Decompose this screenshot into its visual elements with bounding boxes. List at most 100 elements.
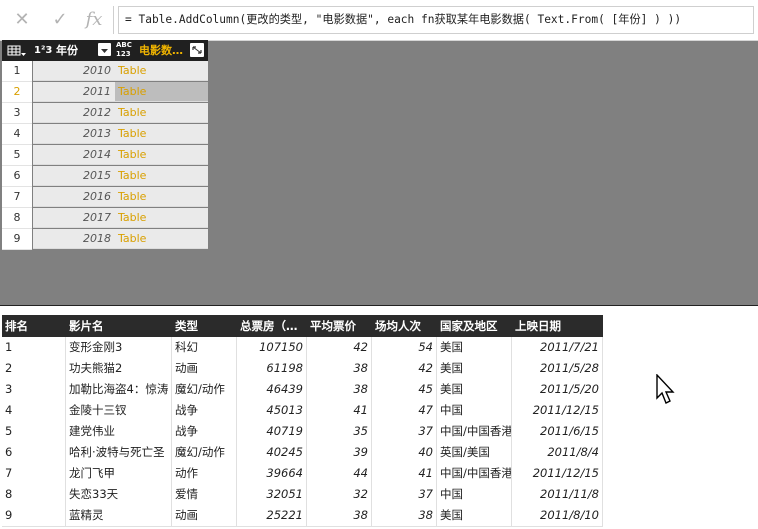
preview-cell: 爱情 (172, 484, 237, 505)
preview-cell: 39664 (237, 463, 307, 484)
preview-cell: 2 (2, 358, 66, 379)
year-cell[interactable]: 2015 (33, 166, 115, 186)
preview-cell: 金陵十三钗 (66, 400, 172, 421)
preview-cell: 美国 (437, 379, 512, 400)
mouse-cursor-icon (656, 373, 676, 410)
query-table-header: 1²3 年份 ABC 123 电影数… (2, 40, 208, 61)
row-number[interactable]: 4 (2, 124, 32, 145)
preview-cell: 38 (307, 358, 372, 379)
preview-cell: 1 (2, 337, 66, 358)
preview-cell: 科幻 (172, 337, 237, 358)
table-link-cell[interactable]: Table (115, 124, 208, 144)
year-filter-button[interactable] (98, 43, 111, 56)
preview-cell: 41 (372, 463, 437, 484)
preview-cell: 40245 (237, 442, 307, 463)
year-cell[interactable]: 2017 (33, 208, 115, 228)
query-table-row[interactable]: 5 2014 Table (2, 145, 208, 166)
preview-cell: 37 (372, 421, 437, 442)
row-number[interactable]: 8 (2, 208, 32, 229)
table-link-cell[interactable]: Table (115, 145, 208, 165)
preview-cell: 蓝精灵 (66, 505, 172, 526)
year-cell[interactable]: 2014 (33, 145, 115, 165)
row-number[interactable]: 1 (2, 61, 32, 82)
preview-cell: 2011/12/15 (512, 400, 603, 421)
preview-cell: 2011/7/21 (512, 337, 603, 358)
row-number[interactable]: 9 (2, 229, 32, 250)
preview-cell: 魔幻/动作 (172, 379, 237, 400)
row-number[interactable]: 2 (2, 82, 32, 103)
query-table-row[interactable]: 1 2010 Table (2, 61, 208, 82)
year-cell[interactable]: 2016 (33, 187, 115, 207)
preview-cell: 39 (307, 442, 372, 463)
query-table-row[interactable]: 2 2011 Table (2, 82, 208, 103)
table-link-cell[interactable]: Table (115, 187, 208, 207)
preview-cell: 5 (2, 421, 66, 442)
check-icon[interactable]: ✓ (46, 8, 74, 32)
preview-cell: 动画 (172, 505, 237, 526)
preview-cell: 32051 (237, 484, 307, 505)
preview-table-row: 4 金陵十三钗 战争 45013 41 47 中国 2011/12/15 (2, 400, 603, 422)
table-link-cell[interactable]: Table (115, 82, 208, 102)
preview-column-header: 场均人次 (375, 319, 421, 333)
any-type-icon[interactable]: ABC 123 (116, 41, 138, 62)
number-type-icon[interactable]: 1²3 (34, 40, 54, 61)
preview-cell: 中国/中国香港 (437, 421, 512, 442)
preview-cell: 8 (2, 484, 66, 505)
table-link-cell[interactable]: Table (115, 103, 208, 123)
table-link-cell[interactable]: Table (115, 229, 208, 249)
preview-cell: 加勒比海盗4：惊涛 (66, 379, 172, 400)
preview-column-header: 国家及地区 (440, 319, 498, 333)
preview-column-header: 上映日期 (515, 319, 561, 333)
preview-cell: 魔幻/动作 (172, 442, 237, 463)
table-link-cell[interactable]: Table (115, 166, 208, 186)
year-cell[interactable]: 2011 (33, 82, 115, 102)
query-table-row[interactable]: 7 2016 Table (2, 187, 208, 208)
query-table-row[interactable]: 4 2013 Table (2, 124, 208, 145)
preview-table-row: 7 龙门飞甲 动作 39664 44 41 中国/中国香港 2011/12/15 (2, 463, 603, 485)
query-table-row[interactable]: 8 2017 Table (2, 208, 208, 229)
preview-cell: 英国/美国 (437, 442, 512, 463)
preview-cell: 6 (2, 442, 66, 463)
preview-column-header: 类型 (175, 319, 198, 333)
year-cell[interactable]: 2010 (33, 61, 115, 81)
preview-cell: 46439 (237, 379, 307, 400)
table-link-cell[interactable]: Table (115, 61, 208, 81)
preview-cell: 动画 (172, 358, 237, 379)
formula-separator (113, 6, 114, 34)
preview-cell: 107150 (237, 337, 307, 358)
expand-column-button[interactable] (190, 43, 204, 57)
row-number[interactable]: 6 (2, 166, 32, 187)
preview-cell: 61198 (237, 358, 307, 379)
preview-table-row: 5 建党伟业 战争 40719 35 37 中国/中国香港 2011/6/15 (2, 421, 603, 443)
preview-cell: 42 (372, 358, 437, 379)
row-number[interactable]: 7 (2, 187, 32, 208)
preview-cell: 功夫熊猫2 (66, 358, 172, 379)
column-header-year[interactable]: 年份 (56, 40, 96, 61)
preview-cell: 建党伟业 (66, 421, 172, 442)
close-icon[interactable]: ✕ (8, 8, 36, 32)
query-table-row[interactable]: 3 2012 Table (2, 103, 208, 124)
query-table-row[interactable]: 6 2015 Table (2, 166, 208, 187)
preview-table-row: 2 功夫熊猫2 动画 61198 38 42 美国 2011/5/28 (2, 358, 603, 380)
preview-cell: 35 (307, 421, 372, 442)
year-cell[interactable]: 2018 (33, 229, 115, 249)
preview-cell: 25221 (237, 505, 307, 526)
preview-cell: 54 (372, 337, 437, 358)
preview-cell: 动作 (172, 463, 237, 484)
query-table-row[interactable]: 9 2018 Table (2, 229, 208, 250)
year-cell[interactable]: 2012 (33, 103, 115, 123)
pane-divider[interactable] (0, 305, 758, 306)
preview-cell: 4 (2, 400, 66, 421)
formula-input[interactable]: = Table.AddColumn(更改的类型, "电影数据", each fn… (118, 6, 754, 34)
fx-icon[interactable]: fx (80, 8, 108, 32)
preview-column-header: 总票房（… (240, 319, 298, 333)
table-link-cell[interactable]: Table (115, 208, 208, 228)
table-menu-icon[interactable] (6, 40, 30, 61)
row-number[interactable]: 3 (2, 103, 32, 124)
preview-column-header: 平均票价 (310, 319, 356, 333)
row-number[interactable]: 5 (2, 145, 32, 166)
column-header-data[interactable]: 电影数… (139, 40, 187, 61)
preview-cell: 2011/6/15 (512, 421, 603, 442)
preview-table-row: 1 变形金刚3 科幻 107150 42 54 美国 2011/7/21 (2, 337, 603, 359)
year-cell[interactable]: 2013 (33, 124, 115, 144)
